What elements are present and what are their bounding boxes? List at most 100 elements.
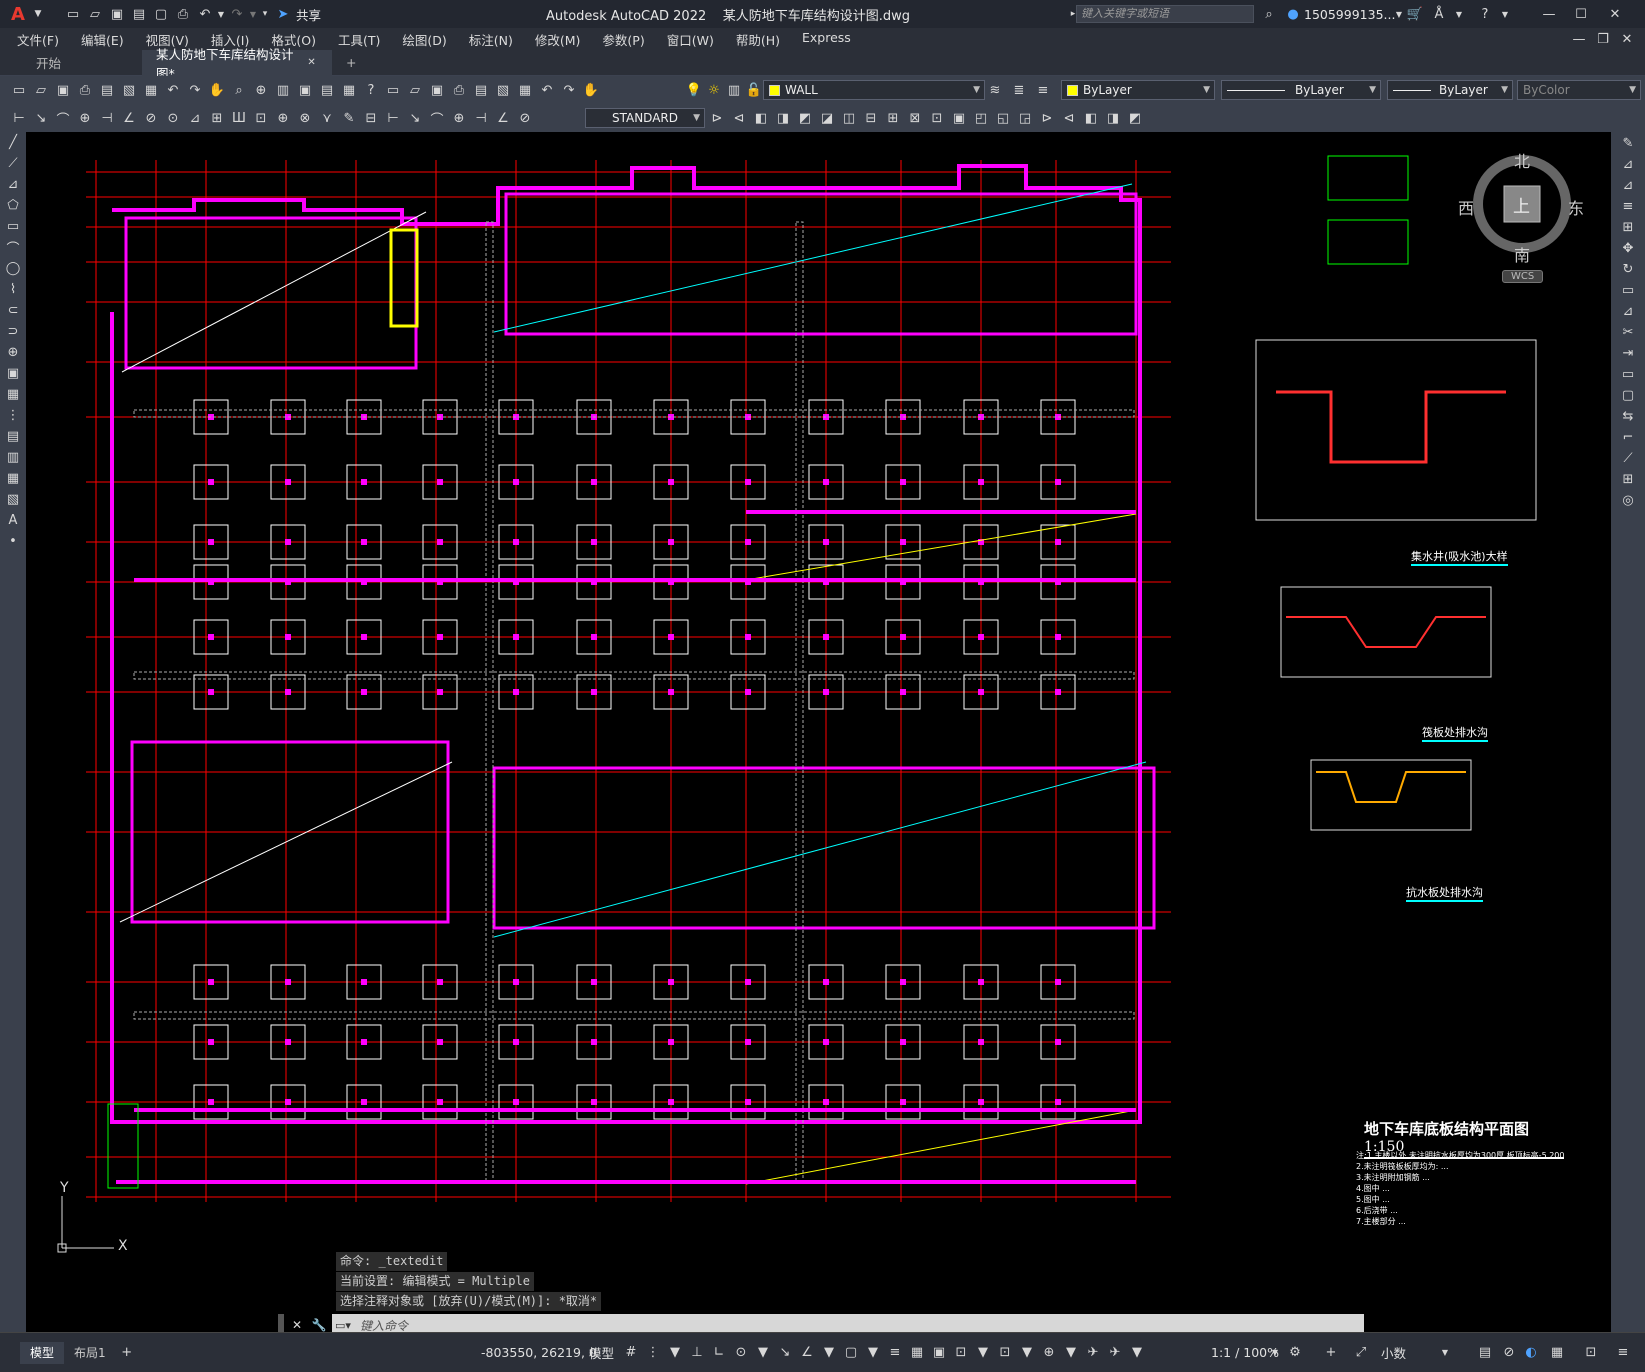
layer-on-icon[interactable]: 💡	[683, 79, 705, 101]
dim-tool-15-icon[interactable]: ✎	[338, 107, 360, 129]
modify-tool-8-icon[interactable]: ⊿	[1617, 302, 1639, 321]
status-tool-3-icon[interactable]: ⊥	[686, 1342, 708, 1364]
modify-tool-2-icon[interactable]: ⊿	[1617, 176, 1639, 195]
status-tool-0-icon[interactable]: #	[620, 1342, 642, 1364]
layout-tab-model[interactable]: 模型	[20, 1341, 65, 1364]
std-tool-10-icon[interactable]: ⌕	[228, 79, 250, 101]
std-tool-15-icon[interactable]: ▦	[338, 79, 360, 101]
draw-tool-10-icon[interactable]: ⊕	[2, 342, 24, 363]
search-icon[interactable]: ⌕	[1258, 3, 1280, 25]
modify-tool-14-icon[interactable]: ⌐	[1617, 428, 1639, 447]
modify-tool-12-icon[interactable]: ▢	[1617, 386, 1639, 405]
misc-tool-12-icon[interactable]: ◰	[970, 107, 992, 129]
status-tool-15-icon[interactable]: ⊡	[950, 1342, 972, 1364]
status-tool-17-icon[interactable]: ⊡	[994, 1342, 1016, 1364]
new-file-icon[interactable]: ▭	[62, 3, 84, 25]
customization-icon[interactable]: ≡	[1612, 1342, 1634, 1364]
misc-tool-15-icon[interactable]: ⊳	[1036, 107, 1058, 129]
status-tool-23-icon[interactable]: ▼	[1126, 1342, 1148, 1364]
misc-tool-18-icon[interactable]: ◨	[1102, 107, 1124, 129]
graphics-performance-icon[interactable]: ▦	[1546, 1342, 1568, 1364]
help-icon[interactable]: ?	[1474, 3, 1496, 25]
dim-tool-5-icon[interactable]: ∠	[118, 107, 140, 129]
lineweight-combo[interactable]: ByLayer ▼	[1387, 80, 1513, 100]
draw-tool-19-icon[interactable]: •	[2, 531, 24, 552]
status-tool-13-icon[interactable]: ▦	[906, 1342, 928, 1364]
draw-tool-4-icon[interactable]: ▭	[2, 216, 24, 237]
redo-dropdown-icon[interactable]: ▼	[248, 3, 258, 25]
std-tool-3-icon[interactable]: ⎙	[74, 79, 96, 101]
units-button[interactable]: 小数	[1381, 1343, 1406, 1362]
close-icon[interactable]: ✕	[1604, 3, 1626, 25]
misc-tool-4-icon[interactable]: ◩	[794, 107, 816, 129]
modify-tool-1-icon[interactable]: ⊿	[1617, 155, 1639, 174]
draw-tool-14-icon[interactable]: ▤	[2, 426, 24, 447]
modify-tool-13-icon[interactable]: ⇆	[1617, 407, 1639, 426]
misc-tool-0-icon[interactable]: ⊳	[706, 107, 728, 129]
layer-properties-icon[interactable]: ≋	[984, 79, 1006, 101]
modify-tool-3-icon[interactable]: ≡	[1617, 197, 1639, 216]
viewcube-east[interactable]: 东	[1568, 195, 1584, 219]
std-tool-19-icon[interactable]: ▣	[426, 79, 448, 101]
layout-tab-layout1[interactable]: 布局1	[64, 1342, 116, 1364]
dim-tool-23-icon[interactable]: ⊘	[514, 107, 536, 129]
std-tool-6-icon[interactable]: ▦	[140, 79, 162, 101]
search-input[interactable]: 键入关键字或短语	[1076, 5, 1254, 23]
autodesk-a360-icon[interactable]: Å	[1428, 3, 1450, 25]
menu-item-6[interactable]: 绘图(D)	[391, 30, 457, 49]
status-tool-8-icon[interactable]: ∠	[796, 1342, 818, 1364]
std-tool-24-icon[interactable]: ↶	[536, 79, 558, 101]
dim-tool-14-icon[interactable]: ⋎	[316, 107, 338, 129]
std-tool-16-icon[interactable]: ?	[360, 79, 382, 101]
std-tool-18-icon[interactable]: ▱	[404, 79, 426, 101]
draw-tool-6-icon[interactable]: ◯	[2, 258, 24, 279]
std-tool-13-icon[interactable]: ▣	[294, 79, 316, 101]
dim-tool-16-icon[interactable]: ⊟	[360, 107, 382, 129]
draw-tool-11-icon[interactable]: ▣	[2, 363, 24, 384]
std-tool-4-icon[interactable]: ▤	[96, 79, 118, 101]
dim-tool-9-icon[interactable]: ⊞	[206, 107, 228, 129]
menu-item-11[interactable]: 帮助(H)	[725, 30, 791, 49]
draw-tool-17-icon[interactable]: ▧	[2, 489, 24, 510]
cart-icon[interactable]: 🛒	[1404, 3, 1426, 25]
menu-item-8[interactable]: 修改(M)	[524, 30, 592, 49]
status-tool-22-icon[interactable]: ✈	[1104, 1342, 1126, 1364]
annotation-scale-dropdown-icon[interactable]: ▼	[1264, 1342, 1286, 1364]
dim-tool-1-icon[interactable]: ↘	[30, 107, 52, 129]
clean-screen-icon[interactable]: ⊡	[1580, 1342, 1602, 1364]
dim-tool-13-icon[interactable]: ⊗	[294, 107, 316, 129]
status-tool-12-icon[interactable]: ≡	[884, 1342, 906, 1364]
viewcube-top-face[interactable]: 上	[1513, 192, 1530, 217]
status-tool-16-icon[interactable]: ▼	[972, 1342, 994, 1364]
dim-tool-11-icon[interactable]: ⊡	[250, 107, 272, 129]
misc-tool-9-icon[interactable]: ⊠	[904, 107, 926, 129]
menu-item-10[interactable]: 窗口(W)	[656, 30, 725, 49]
tab-close-icon[interactable]: ✕	[305, 52, 318, 74]
misc-tool-1-icon[interactable]: ⊲	[728, 107, 750, 129]
dim-tool-7-icon[interactable]: ⊙	[162, 107, 184, 129]
misc-tool-19-icon[interactable]: ◩	[1124, 107, 1146, 129]
viewcube-west[interactable]: 西	[1458, 195, 1474, 219]
menu-item-0[interactable]: 文件(F)	[6, 30, 70, 49]
std-tool-0-icon[interactable]: ▭	[8, 79, 30, 101]
draw-tool-15-icon[interactable]: ▥	[2, 447, 24, 468]
maximize-icon[interactable]: ☐	[1570, 3, 1592, 25]
dim-tool-22-icon[interactable]: ∠	[492, 107, 514, 129]
draw-tool-1-icon[interactable]: ⟋	[2, 153, 24, 174]
dim-tool-12-icon[interactable]: ⊕	[272, 107, 294, 129]
drawing-canvas[interactable]: 北 南 西 东 上 WCS 集水井(吸水池)大样 筏板处排水沟 抗水板处排水沟 …	[26, 132, 1611, 1332]
viewcube[interactable]: 北 南 西 东 上 WCS	[1458, 150, 1584, 283]
doc-restore-icon[interactable]: ❐	[1592, 28, 1614, 50]
draw-tool-5-icon[interactable]: ⌒	[2, 237, 24, 258]
misc-tool-10-icon[interactable]: ⊡	[926, 107, 948, 129]
model-space-button[interactable]: 模型	[589, 1343, 614, 1362]
user-icon[interactable]: ●	[1282, 3, 1304, 25]
status-tool-6-icon[interactable]: ▼	[752, 1342, 774, 1364]
draw-tool-8-icon[interactable]: ⊂	[2, 300, 24, 321]
plus-icon[interactable]: +	[1320, 1342, 1342, 1364]
draw-tool-18-icon[interactable]: A	[2, 510, 24, 531]
units-dropdown-icon[interactable]: ▼	[1434, 1342, 1456, 1364]
modify-tool-10-icon[interactable]: ⇥	[1617, 344, 1639, 363]
status-tool-14-icon[interactable]: ▣	[928, 1342, 950, 1364]
user-name[interactable]: 1505999135...	[1304, 7, 1395, 22]
